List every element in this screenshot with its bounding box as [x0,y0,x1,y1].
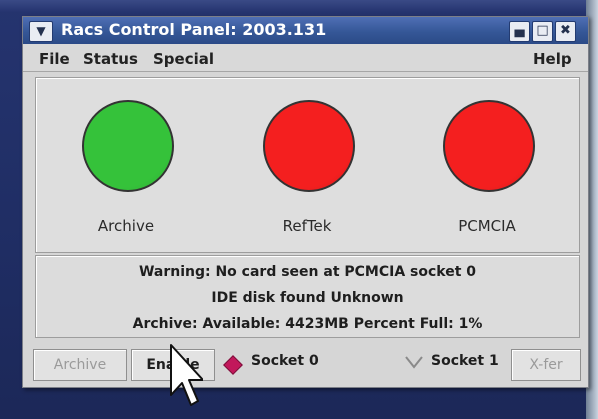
close-icon: ✖ [560,23,571,38]
menu-bar: File Status Special Help [23,44,588,72]
radio-unchecked-icon [405,356,423,369]
maximize-button[interactable]: □ [532,21,553,42]
archive-button[interactable]: Archive [33,349,127,381]
reftek-status-lamp [263,100,355,192]
status-message-panel: Warning: No card seen at PCMCIA socket 0… [35,255,580,338]
reftek-lamp-label: RefTek [282,217,332,235]
menu-special[interactable]: Special [153,50,214,68]
racs-control-panel-window: ▼ Racs Control Panel: 2003.131 ▄ □ ✖ Fil… [22,16,589,388]
pcmcia-status-lamp [443,100,535,192]
socket-0-label[interactable]: Socket 0 [251,353,319,369]
socket-1-label[interactable]: Socket 1 [431,353,499,369]
socket-0-radio[interactable] [223,355,243,375]
title-bar[interactable]: ▼ Racs Control Panel: 2003.131 ▄ □ ✖ [23,17,588,44]
chevron-down-icon: ▼ [36,24,46,38]
desktop-edge [0,0,598,12]
minimize-icon: ▄ [514,23,525,38]
close-button[interactable]: ✖ [555,21,576,42]
menu-status[interactable]: Status [83,50,138,68]
archive-status-lamp [82,100,174,192]
maximize-icon: □ [536,23,549,38]
menu-help[interactable]: Help [533,50,572,68]
mouse-pointer-icon [170,344,203,406]
pcmcia-lamp-label: PCMCIA [458,217,516,235]
xfer-button[interactable]: X-fer [511,349,581,381]
archive-lamp-label: Archive [97,217,155,235]
window-menu-button[interactable]: ▼ [29,21,53,42]
status-archive-line: Archive: Available: 4423MB Percent Full:… [132,316,483,332]
status-indicator-panel: Archive RefTek PCMCIA [35,77,580,253]
minimize-button[interactable]: ▄ [509,21,530,42]
status-warning-line: Warning: No card seen at PCMCIA socket 0 [138,264,477,280]
action-bar: Archive Enable Socket 0 Socket 1 X-fer [23,341,588,387]
window-title: Racs Control Panel: 2003.131 [61,20,327,39]
status-disk-line: IDE disk found Unknown [211,290,404,306]
menu-file[interactable]: File [39,50,70,68]
